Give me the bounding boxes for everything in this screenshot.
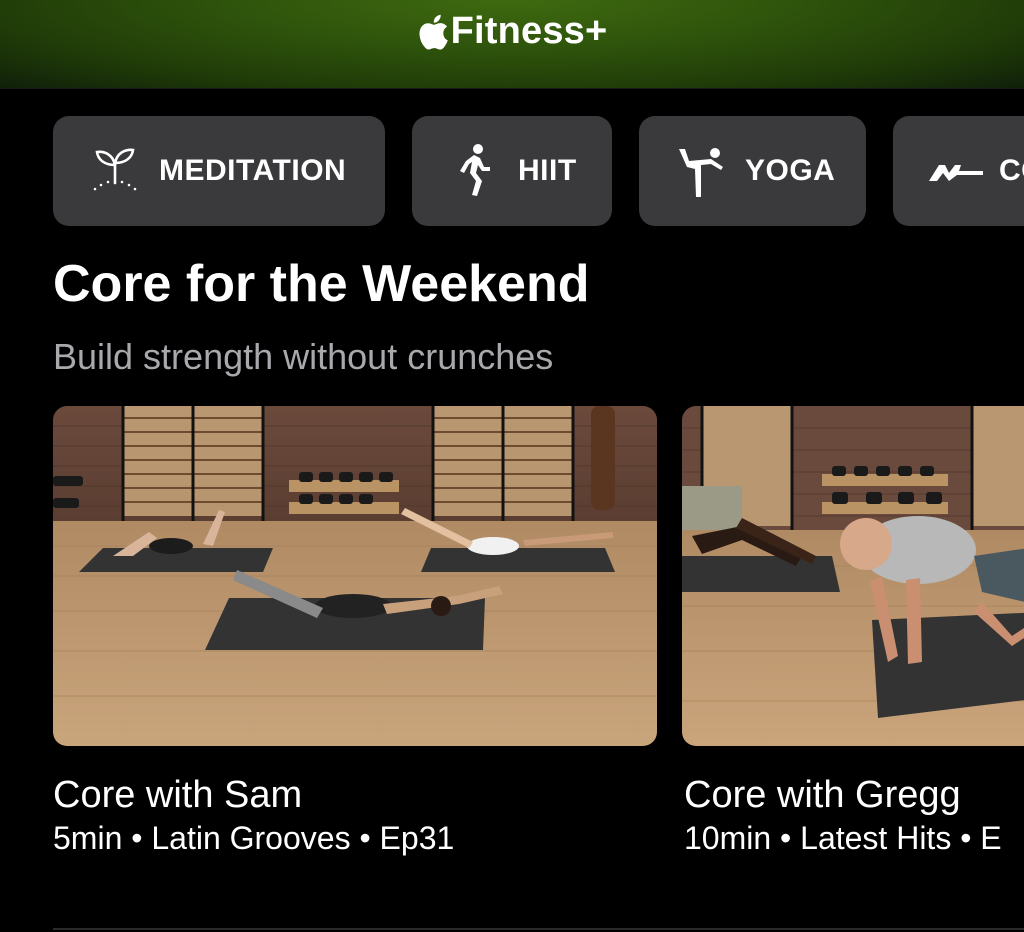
workout-card-thumbnail[interactable] xyxy=(53,406,657,746)
divider xyxy=(53,928,1024,930)
category-label: MEDITATION xyxy=(159,154,347,187)
category-core[interactable]: CO xyxy=(893,116,1024,226)
sprout-icon xyxy=(85,141,145,201)
brand-logo: Fitness+ xyxy=(0,10,1024,53)
category-label: CO xyxy=(999,154,1024,187)
brand-name: Fitness+ xyxy=(450,10,608,52)
apple-logo-icon xyxy=(417,13,449,51)
category-label: HIIT xyxy=(518,154,577,187)
core-pose-icon xyxy=(925,141,985,201)
yoga-pose-icon xyxy=(671,141,731,201)
category-yoga[interactable]: YOGA xyxy=(639,116,866,226)
workout-meta: 5min • Latin Grooves • Ep31 xyxy=(53,820,455,856)
category-meditation[interactable]: MEDITATION xyxy=(53,116,385,226)
running-person-icon xyxy=(444,141,504,201)
category-row: MEDITATION HIIT YOGA CO xyxy=(0,116,1024,226)
section-subtitle: Build strength without crunches xyxy=(53,336,554,377)
category-label: YOGA xyxy=(745,154,836,187)
app-header: Fitness+ xyxy=(0,0,1024,89)
workout-title[interactable]: Core with Sam xyxy=(53,774,302,817)
workout-title[interactable]: Core with Gregg xyxy=(684,774,961,817)
workout-meta: 10min • Latest Hits • E xyxy=(684,820,1002,856)
workout-card-thumbnail[interactable] xyxy=(682,406,1024,746)
section-title: Core for the Weekend xyxy=(53,255,590,313)
category-hiit[interactable]: HIIT xyxy=(412,116,612,226)
